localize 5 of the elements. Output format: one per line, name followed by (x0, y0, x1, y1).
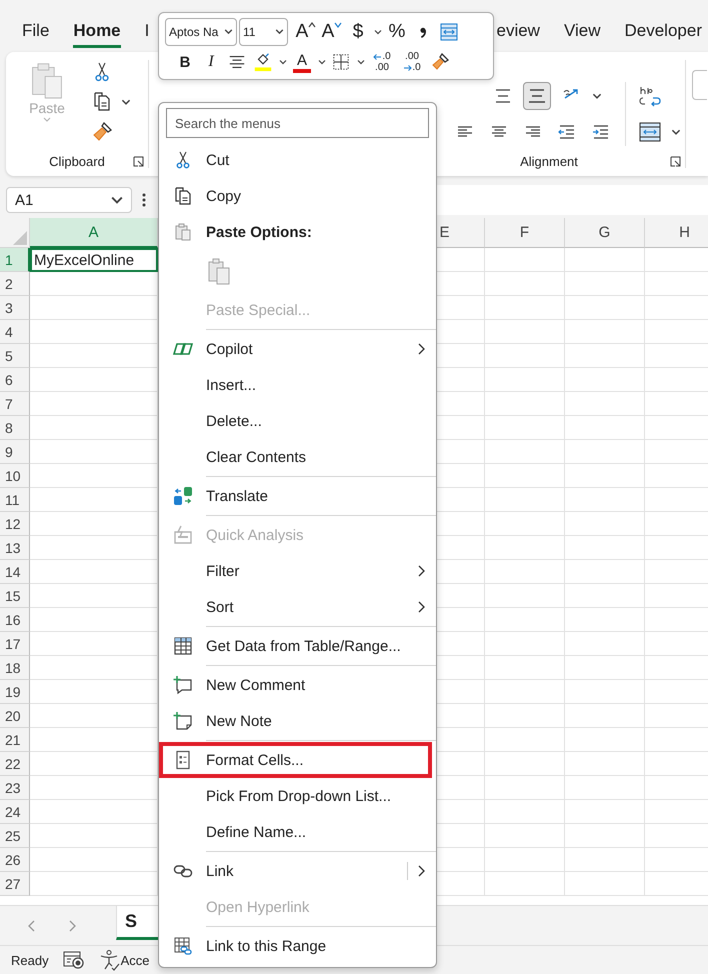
status-text: Acce (120, 952, 150, 968)
group-label: Clipboard (49, 154, 105, 168)
group-label: Alignment (520, 154, 578, 168)
status-text: Ready (11, 952, 49, 968)
section-header: Paste Options: (206, 224, 312, 240)
